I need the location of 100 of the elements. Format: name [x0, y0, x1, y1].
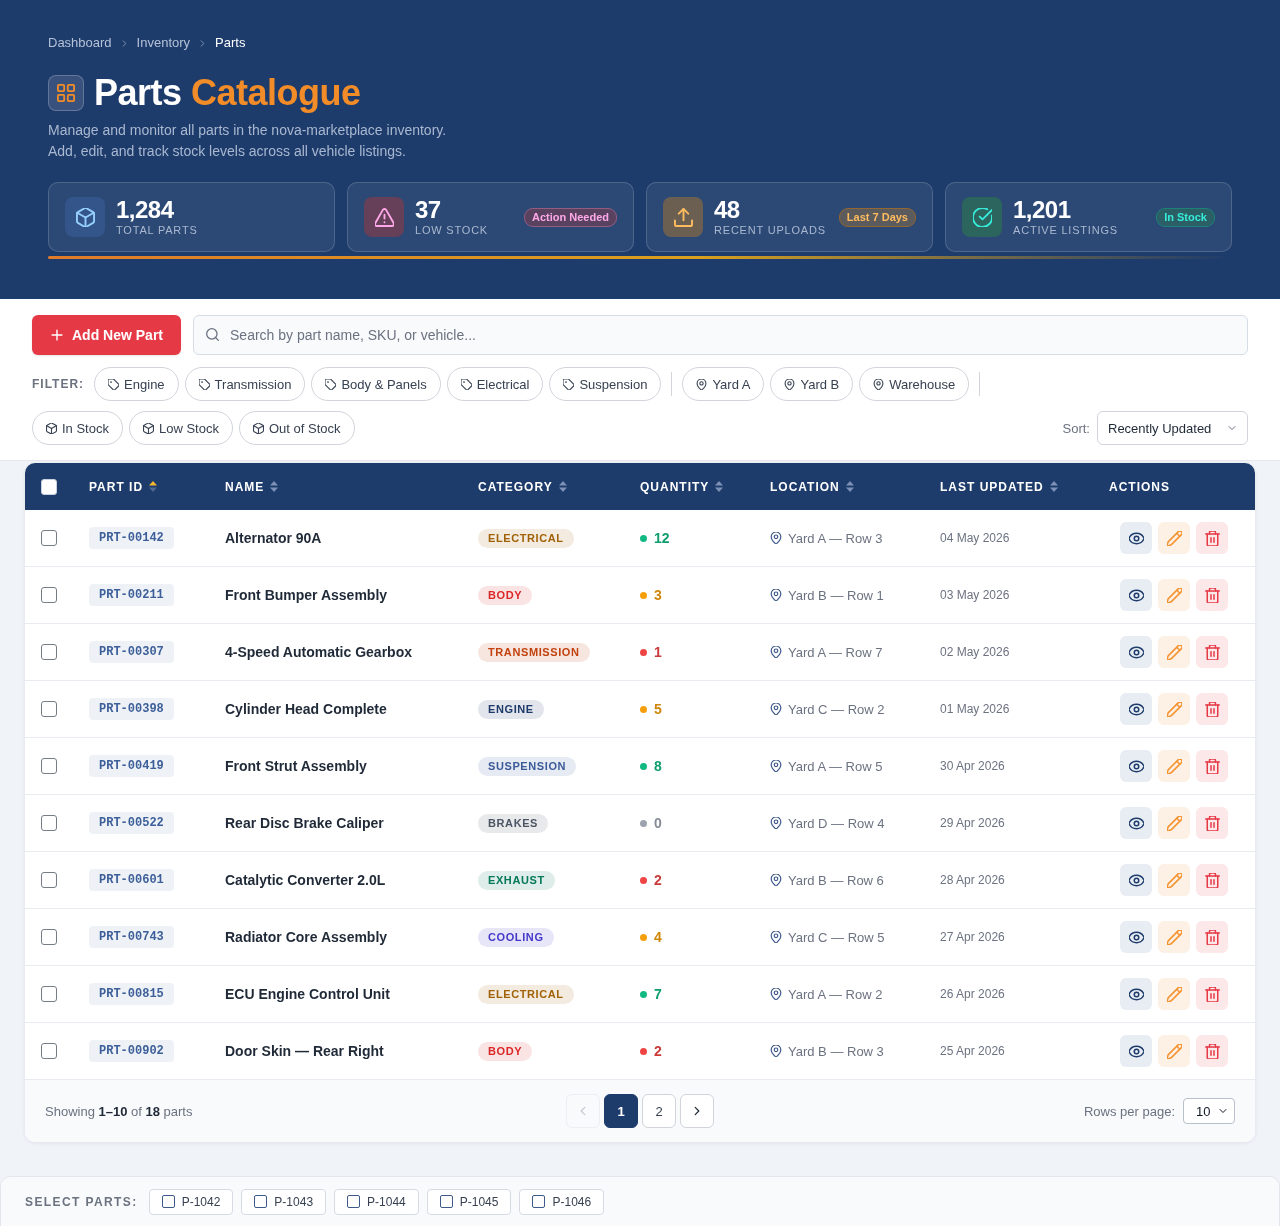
delete-button[interactable] — [1196, 1035, 1228, 1067]
delete-button[interactable] — [1196, 921, 1228, 953]
delete-button[interactable] — [1196, 579, 1228, 611]
part-checkbox[interactable] — [532, 1195, 546, 1208]
view-button[interactable] — [1120, 864, 1152, 896]
part-name: Catalytic Converter 2.0L — [225, 872, 386, 888]
column-header[interactable]: NAME — [225, 479, 279, 494]
pin-icon — [696, 378, 708, 390]
row-checkbox[interactable] — [41, 929, 57, 945]
select-all-checkbox[interactable] — [41, 478, 57, 495]
row-checkbox[interactable] — [41, 1043, 57, 1059]
view-button[interactable] — [1120, 750, 1152, 782]
part-checkbox[interactable] — [439, 1195, 453, 1208]
filter-chip[interactable]: Yard A — [682, 367, 765, 401]
part-id: PRT-00902 — [89, 1040, 174, 1062]
row-checkbox[interactable] — [41, 758, 57, 774]
row-checkbox[interactable] — [41, 872, 57, 888]
part-name: Front Strut Assembly — [225, 758, 367, 774]
status-badge: Last 7 Days — [838, 207, 916, 227]
breadcrumb-link[interactable]: Parts — [215, 34, 246, 52]
edit-button[interactable] — [1158, 807, 1190, 839]
part-chip[interactable]: P-1043 — [241, 1188, 327, 1215]
row-checkbox[interactable] — [41, 530, 57, 546]
quantity-value: 0 — [654, 815, 662, 831]
filter-chip[interactable]: Low Stock — [128, 411, 233, 445]
filter-chip[interactable]: Body & Panels — [311, 367, 441, 401]
pencil-icon — [1166, 815, 1182, 831]
delete-button[interactable] — [1196, 978, 1228, 1010]
tag-icon — [460, 378, 472, 390]
column-header[interactable]: PART ID — [89, 479, 158, 494]
view-button[interactable] — [1120, 921, 1152, 953]
delete-button[interactable] — [1196, 522, 1228, 554]
page-button[interactable]: 2 — [642, 1094, 676, 1128]
edit-button[interactable] — [1158, 1035, 1190, 1067]
column-header[interactable]: LOCATION — [770, 479, 854, 494]
breadcrumb-link[interactable]: Dashboard — [48, 34, 112, 52]
sort-dropdown[interactable]: Recently Updated — [1097, 411, 1248, 445]
column-header[interactable]: QUANTITY — [640, 479, 724, 494]
breadcrumb-link[interactable]: Inventory — [136, 34, 191, 52]
edit-button[interactable] — [1158, 750, 1190, 782]
add-part-button[interactable]: Add New Part — [32, 315, 181, 355]
view-button[interactable] — [1120, 693, 1152, 725]
row-checkbox[interactable] — [41, 587, 57, 603]
category-tag: TRANSMISSION — [478, 642, 590, 662]
column-header[interactable]: LAST UPDATED — [940, 479, 1058, 494]
row-checkbox[interactable] — [41, 986, 57, 1002]
filter-chip[interactable]: In Stock — [32, 411, 123, 445]
delete-button[interactable] — [1196, 807, 1228, 839]
part-name: Door Skin — Rear Right — [225, 1043, 384, 1059]
row-checkbox[interactable] — [41, 701, 57, 717]
filter-chip[interactable]: Transmission — [184, 367, 306, 401]
eye-icon — [1128, 1043, 1144, 1059]
delete-button[interactable] — [1196, 864, 1228, 896]
stat-label: ACTIVE LISTINGS — [1013, 223, 1118, 237]
view-button[interactable] — [1120, 636, 1152, 668]
rows-per-page-dropdown[interactable]: 10 — [1183, 1098, 1235, 1124]
edit-button[interactable] — [1158, 921, 1190, 953]
search-field[interactable]: Search by part name, SKU, or vehicle... — [193, 315, 1248, 355]
part-chip[interactable]: P-1044 — [334, 1188, 419, 1215]
pin-icon — [770, 988, 782, 1000]
pin-icon — [873, 378, 885, 390]
edit-button[interactable] — [1158, 978, 1190, 1010]
delete-button[interactable] — [1196, 750, 1228, 782]
grid-icon — [48, 75, 84, 111]
filter-chip[interactable]: Engine — [94, 367, 179, 401]
edit-button[interactable] — [1158, 864, 1190, 896]
filter-chip[interactable]: Out of Stock — [238, 411, 355, 445]
part-checkbox[interactable] — [254, 1195, 268, 1208]
part-chip[interactable]: P-1045 — [426, 1188, 512, 1215]
updated-date: 26 Apr 2026 — [940, 987, 1005, 1001]
row-checkbox[interactable] — [41, 815, 57, 831]
edit-button[interactable] — [1158, 693, 1190, 725]
filter-chip[interactable]: Electrical — [446, 367, 544, 401]
view-button[interactable] — [1120, 522, 1152, 554]
view-button[interactable] — [1120, 978, 1152, 1010]
edit-button[interactable] — [1158, 636, 1190, 668]
page-button[interactable]: 1 — [604, 1094, 638, 1128]
row-checkbox[interactable] — [41, 644, 57, 660]
location-text: Yard B — Row 1 — [788, 587, 884, 603]
pin-icon — [770, 874, 782, 886]
view-button[interactable] — [1120, 579, 1152, 611]
delete-button[interactable] — [1196, 693, 1228, 725]
delete-button[interactable] — [1196, 636, 1228, 668]
filter-chip[interactable]: Yard B — [770, 367, 854, 401]
view-button[interactable] — [1120, 807, 1152, 839]
edit-button[interactable] — [1158, 579, 1190, 611]
view-button[interactable] — [1120, 1035, 1152, 1067]
updated-date: 03 May 2026 — [940, 588, 1010, 602]
column-header[interactable]: CATEGORY — [478, 479, 567, 494]
filter-chip[interactable]: Suspension — [549, 367, 662, 401]
part-id: PRT-00522 — [89, 812, 174, 834]
part-id: PRT-00307 — [89, 641, 174, 663]
part-checkbox[interactable] — [347, 1195, 361, 1208]
filter-chip[interactable]: Warehouse — [859, 367, 970, 401]
part-chip[interactable]: P-1046 — [519, 1188, 605, 1215]
part-checkbox[interactable] — [161, 1195, 175, 1208]
part-chip[interactable]: P-1042 — [148, 1188, 234, 1215]
part-name: Alternator 90A — [225, 530, 322, 546]
quantity-value: 5 — [654, 701, 662, 717]
edit-button[interactable] — [1158, 522, 1190, 554]
